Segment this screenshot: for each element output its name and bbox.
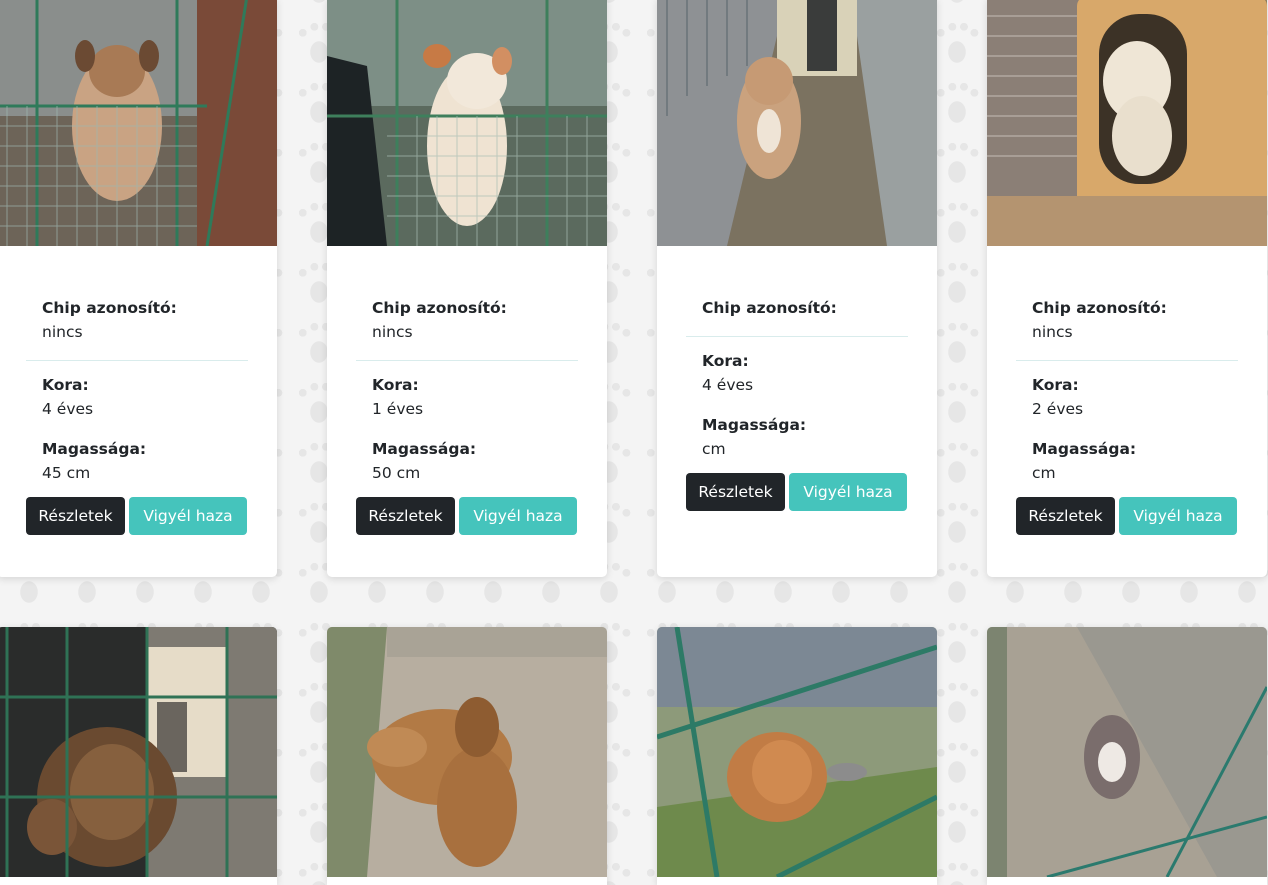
chip-value: nincs bbox=[372, 323, 413, 341]
height-label: Magassága: bbox=[372, 440, 477, 458]
age-label: Kora: bbox=[42, 376, 89, 394]
details-button[interactable]: Részletek bbox=[1016, 497, 1115, 535]
divider bbox=[26, 360, 248, 361]
age-value: 4 éves bbox=[702, 376, 754, 394]
dog-card: Chip azonosító: nincs Kora: 4 éves Magas… bbox=[0, 0, 277, 577]
chip-field: Chip azonosító: nincs bbox=[26, 296, 248, 344]
dog-photo-image bbox=[987, 627, 1267, 877]
card-actions: Részletek Vigyél haza bbox=[26, 497, 248, 535]
dog-photo[interactable] bbox=[657, 627, 937, 877]
divider bbox=[356, 360, 578, 361]
age-label: Kora: bbox=[372, 376, 419, 394]
adopt-button[interactable]: Vigyél haza bbox=[459, 497, 577, 535]
dog-photo-image bbox=[657, 0, 937, 246]
chip-label: Chip azonosító: bbox=[702, 299, 837, 317]
chip-field: Chip azonosító: bbox=[686, 296, 908, 320]
age-field: Kora: 4 éves bbox=[686, 349, 908, 397]
height-field: Magassága: cm bbox=[686, 413, 908, 461]
age-label: Kora: bbox=[1032, 376, 1079, 394]
card-actions: Részletek Vigyél haza bbox=[1016, 497, 1238, 535]
adopt-button[interactable]: Vigyél haza bbox=[789, 473, 907, 511]
height-value: 50 cm bbox=[372, 464, 421, 482]
chip-field: Chip azonosító: nincs bbox=[1016, 296, 1238, 344]
divider bbox=[686, 336, 908, 337]
dog-card bbox=[0, 627, 277, 885]
height-field: Magassága: 45 cm bbox=[26, 437, 248, 485]
dog-photo-image bbox=[327, 627, 607, 877]
height-value: cm bbox=[702, 440, 726, 458]
dog-card-body: Chip azonosító: Kora: 4 éves Magassága: … bbox=[657, 246, 937, 527]
chip-label: Chip azonosító: bbox=[1032, 299, 1167, 317]
dog-photo[interactable] bbox=[327, 0, 607, 246]
dog-photo[interactable] bbox=[987, 627, 1267, 877]
card-actions: Részletek Vigyél haza bbox=[356, 497, 578, 535]
dog-card bbox=[657, 627, 937, 885]
dog-card: Chip azonosító: nincs Kora: 2 éves Magas… bbox=[987, 0, 1267, 577]
chip-value: nincs bbox=[42, 323, 83, 341]
chip-value: nincs bbox=[1032, 323, 1073, 341]
age-value: 4 éves bbox=[42, 400, 94, 418]
dog-card bbox=[987, 627, 1267, 885]
dog-photo[interactable] bbox=[0, 0, 277, 246]
height-field: Magassága: cm bbox=[1016, 437, 1238, 485]
age-field: Kora: 2 éves bbox=[1016, 373, 1238, 421]
dog-photo-image bbox=[0, 0, 277, 246]
details-button[interactable]: Részletek bbox=[356, 497, 455, 535]
dog-photo-image bbox=[987, 0, 1267, 246]
dog-card-body: Chip azonosító: nincs Kora: 1 éves Magas… bbox=[327, 246, 607, 551]
chip-label: Chip azonosító: bbox=[42, 299, 177, 317]
dog-photo[interactable] bbox=[327, 627, 607, 877]
dog-photo-image bbox=[657, 627, 937, 877]
dog-card bbox=[327, 627, 607, 885]
age-value: 1 éves bbox=[372, 400, 424, 418]
height-value: cm bbox=[1032, 464, 1056, 482]
height-value: 45 cm bbox=[42, 464, 91, 482]
dog-card: Chip azonosító: nincs Kora: 1 éves Magas… bbox=[327, 0, 607, 577]
height-label: Magassága: bbox=[1032, 440, 1137, 458]
adopt-button[interactable]: Vigyél haza bbox=[129, 497, 247, 535]
dog-photo-image bbox=[327, 0, 607, 246]
dog-photo[interactable] bbox=[987, 0, 1267, 246]
card-actions: Részletek Vigyél haza bbox=[686, 473, 908, 511]
dog-photo[interactable] bbox=[0, 627, 277, 877]
details-button[interactable]: Részletek bbox=[26, 497, 125, 535]
adopt-button[interactable]: Vigyél haza bbox=[1119, 497, 1237, 535]
age-field: Kora: 1 éves bbox=[356, 373, 578, 421]
height-label: Magassága: bbox=[702, 416, 807, 434]
age-label: Kora: bbox=[702, 352, 749, 370]
chip-label: Chip azonosító: bbox=[372, 299, 507, 317]
dog-photo-image bbox=[0, 627, 277, 877]
age-field: Kora: 4 éves bbox=[26, 373, 248, 421]
divider bbox=[1016, 360, 1238, 361]
chip-field: Chip azonosító: nincs bbox=[356, 296, 578, 344]
height-field: Magassága: 50 cm bbox=[356, 437, 578, 485]
details-button[interactable]: Részletek bbox=[686, 473, 785, 511]
age-value: 2 éves bbox=[1032, 400, 1084, 418]
height-label: Magassága: bbox=[42, 440, 147, 458]
dog-card: Chip azonosító: Kora: 4 éves Magassága: … bbox=[657, 0, 937, 577]
dog-photo[interactable] bbox=[657, 0, 937, 246]
dog-card-body: Chip azonosító: nincs Kora: 2 éves Magas… bbox=[987, 246, 1267, 551]
dog-card-body: Chip azonosító: nincs Kora: 4 éves Magas… bbox=[0, 246, 277, 551]
